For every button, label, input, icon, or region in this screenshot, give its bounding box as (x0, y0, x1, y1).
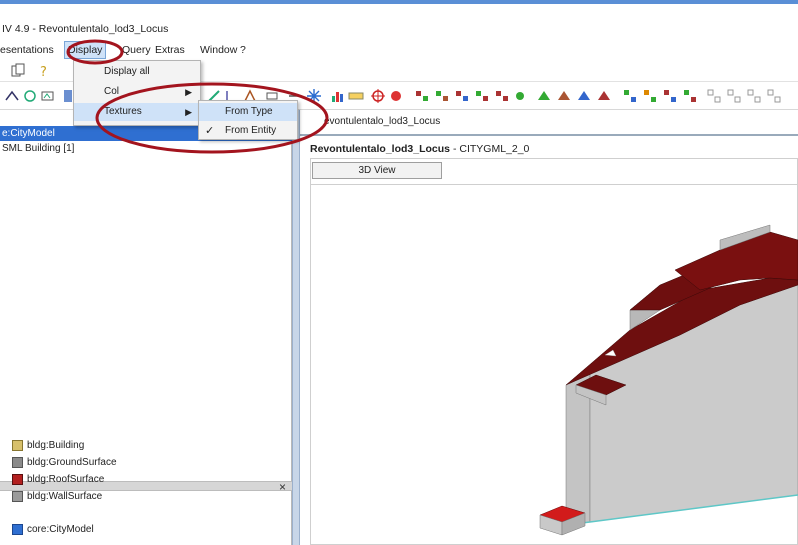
model-format: - CITYGML_2_0 (450, 143, 530, 155)
menu-item-textures-label: Textures (104, 106, 142, 117)
tree-node-building[interactable]: SML Building [1] (2, 143, 74, 154)
menu-presentations[interactable]: esentations (0, 44, 54, 56)
surface-icon-3[interactable] (576, 88, 592, 104)
snowflake-icon[interactable] (306, 88, 322, 104)
roofsurface-icon (12, 474, 23, 485)
menu-bar: esentations Display Query Extras Window … (0, 38, 798, 60)
surface-icon-2[interactable] (556, 88, 572, 104)
help-icon[interactable]: ? (36, 63, 52, 79)
menu-item-colors-label: Col (104, 86, 120, 97)
menu-window[interactable]: Window (200, 44, 237, 56)
menu-help[interactable]: ? (240, 44, 246, 56)
legend-label-building: bldg:Building (27, 440, 85, 451)
target-icon[interactable] (370, 88, 386, 104)
submenu-item-from-type-label: From Type (225, 106, 273, 117)
ruler-icon[interactable] (348, 88, 364, 104)
document-tab-underline (300, 134, 798, 136)
wallsurface-icon (12, 491, 23, 502)
vertical-splitter[interactable] (292, 110, 300, 545)
menu-query[interactable]: Query (122, 44, 151, 56)
menu-display[interactable]: Display (64, 41, 107, 59)
layer-icon-5[interactable] (494, 88, 510, 104)
chart-icon[interactable] (330, 88, 346, 104)
model-title: Revontulentalo_lod3_Locus - CITYGML_2_0 (310, 143, 529, 155)
bug-icon[interactable] (388, 88, 404, 104)
legend-item-citymodel: core:CityModel (12, 524, 94, 535)
grid-icon-1[interactable] (706, 88, 722, 104)
layer-icon-2[interactable] (434, 88, 450, 104)
building-model (565, 224, 798, 526)
menu-extras[interactable]: Extras (155, 44, 185, 56)
svg-text:?: ? (40, 65, 47, 79)
submenu-item-from-entity[interactable]: ✓ From Entity (199, 122, 297, 140)
groundsurface-icon (12, 457, 23, 468)
submenu-item-from-entity-label: From Entity (225, 125, 277, 136)
menu-item-textures[interactable]: Textures ▶ (74, 103, 200, 121)
legend-item-wallsurface: bldg:WallSurface (12, 491, 102, 502)
building-icon (12, 440, 23, 451)
3d-viewport[interactable] (300, 180, 798, 545)
zoom-icon[interactable] (40, 88, 56, 104)
legend-label-roofsurface: bldg:RoofSurface (27, 474, 105, 485)
object-tree-panel: e:CityModel SML Building [1] × bldg:Buil… (0, 110, 292, 545)
legend-item-building: bldg:Building (12, 440, 84, 451)
legend-item-roofsurface: bldg:RoofSurface (12, 474, 104, 485)
submenu-item-from-type[interactable]: From Type (199, 103, 297, 121)
layer-icon-3[interactable] (454, 88, 470, 104)
object-icon-4[interactable] (682, 88, 698, 104)
navigate-icon[interactable] (4, 88, 20, 104)
tab-3d-view[interactable]: 3D View (312, 162, 442, 179)
display-menu-dropdown: Display all Col ▶ Textures ▶ (73, 60, 201, 126)
layer-icon-4[interactable] (474, 88, 490, 104)
object-icon-2[interactable] (642, 88, 658, 104)
submenu-arrow-icon: ▶ (185, 87, 192, 97)
checkmark-icon: ✓ (205, 125, 215, 137)
surface-icon-1[interactable] (536, 88, 552, 104)
submenu-arrow-icon: ▶ (185, 107, 192, 117)
menu-item-colors[interactable]: Col ▶ (74, 83, 200, 101)
legend-label-wallsurface: bldg:WallSurface (27, 491, 103, 502)
grid-icon-3[interactable] (746, 88, 762, 104)
textures-submenu: From Type ✓ From Entity (198, 100, 298, 140)
model-name: Revontulentalo_lod3_Locus (310, 143, 451, 155)
surface-icon-4[interactable] (596, 88, 612, 104)
legend-item-groundsurface: bldg:GroundSurface (12, 457, 117, 468)
legend-label-groundsurface: bldg:GroundSurface (27, 457, 117, 468)
object-icon-1[interactable] (622, 88, 638, 104)
document-tab[interactable]: evontulentalo_lod3_Locus (324, 116, 440, 127)
close-icon[interactable]: × (279, 480, 286, 494)
grid-icon-2[interactable] (726, 88, 742, 104)
layer-icon-6[interactable] (512, 88, 528, 104)
rotate-icon[interactable] (22, 88, 38, 104)
citymodel-icon (12, 524, 23, 535)
layer-icon-1[interactable] (414, 88, 430, 104)
grid-icon-4[interactable] (766, 88, 782, 104)
window-title: IV 4.9 - Revontulentalo_lod3_Locus (2, 23, 169, 35)
menu-item-display-all[interactable]: Display all (74, 63, 200, 81)
copy-icon[interactable] (10, 63, 26, 79)
legend-label-citymodel: core:CityModel (27, 524, 94, 535)
object-icon-3[interactable] (662, 88, 678, 104)
title-bar: IV 4.9 - Revontulentalo_lod3_Locus (0, 4, 798, 38)
